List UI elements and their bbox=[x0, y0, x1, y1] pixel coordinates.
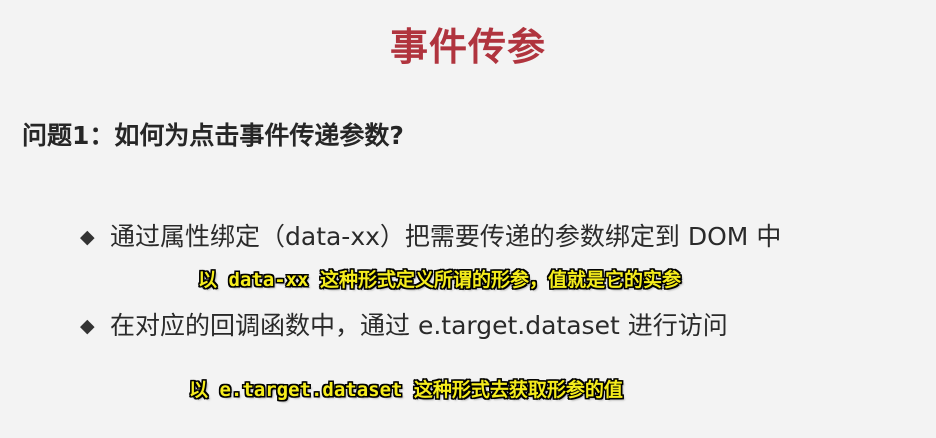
bullet-item-attribute-binding: ◆ 通过属性绑定（data-xx）把需要传递的参数绑定到 DOM 中 bbox=[80, 219, 781, 255]
diamond-bullet-icon: ◆ bbox=[80, 315, 95, 337]
slide-title: 事件传参 bbox=[389, 25, 546, 69]
question-heading: 问题1：如何为点击事件传递参数? bbox=[22, 121, 404, 150]
bullet-text: 通过属性绑定（data-xx）把需要传递的参数绑定到 DOM 中 bbox=[110, 222, 782, 251]
bullet-text: 在对应的回调函数中，通过 e.target.dataset 进行访问 bbox=[110, 311, 728, 340]
subtitle-caption: 以 data-xx 这种形式定义所谓的形参，值就是它的实参 bbox=[198, 269, 681, 291]
diamond-bullet-icon: ◆ bbox=[80, 226, 95, 248]
bullet-item-dataset-access: ◆ 在对应的回调函数中，通过 e.target.dataset 进行访问 bbox=[80, 308, 728, 344]
subtitle-caption: 以 e.target.dataset 这种形式去获取形参的值 bbox=[189, 379, 623, 401]
